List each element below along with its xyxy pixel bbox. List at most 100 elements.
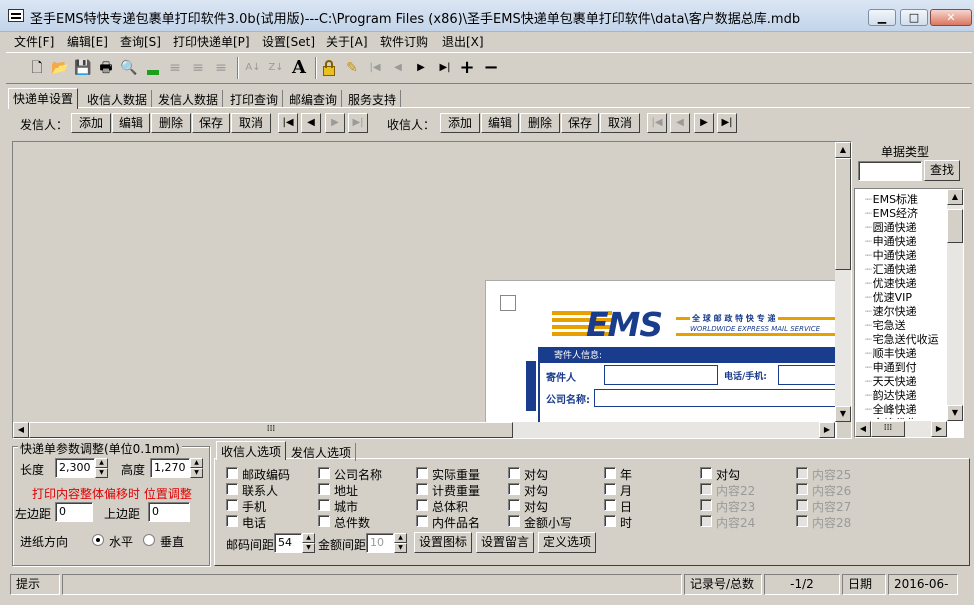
- option-checkbox[interactable]: [416, 499, 428, 511]
- receiver-prev-button[interactable]: ◀: [670, 113, 690, 133]
- scroll-down-button[interactable]: ▼: [835, 406, 851, 422]
- option-checkbox[interactable]: [416, 483, 428, 495]
- scroll-up-button[interactable]: ▲: [835, 142, 851, 158]
- sender-edit-button[interactable]: 编辑: [112, 113, 150, 133]
- receiver-first-button[interactable]: |◀: [647, 113, 667, 133]
- option-checkbox[interactable]: [604, 483, 616, 495]
- remove-icon[interactable]: −: [482, 59, 500, 77]
- feed-vertical-radio[interactable]: [143, 534, 155, 546]
- sender-save-button[interactable]: 保存: [192, 113, 230, 133]
- tab-zip-query[interactable]: 邮编查询: [285, 90, 343, 108]
- sender-delete-button[interactable]: 删除: [151, 113, 191, 133]
- lock-icon[interactable]: [320, 59, 338, 77]
- option-checkbox[interactable]: [226, 499, 238, 511]
- hscroll-thumb[interactable]: ⁞⁞⁞: [29, 422, 513, 438]
- option-checkbox[interactable]: [416, 467, 428, 479]
- align-right-icon[interactable]: ≡: [212, 59, 230, 77]
- amount-gap-spinner[interactable]: ▲ ▼: [394, 533, 407, 553]
- doc-scroll-right[interactable]: ▶: [931, 421, 947, 437]
- option-checkbox[interactable]: [796, 499, 808, 511]
- scroll-thumb[interactable]: [835, 158, 851, 270]
- option-checkbox[interactable]: [226, 515, 238, 527]
- option-checkbox[interactable]: [604, 499, 616, 511]
- scroll-right-button[interactable]: ▶: [819, 422, 835, 438]
- sender-cancel-button[interactable]: 取消: [231, 113, 271, 133]
- option-checkbox[interactable]: [700, 499, 712, 511]
- canvas-horizontal-scrollbar[interactable]: ◀ ⁞⁞⁞ ▶: [13, 422, 835, 438]
- canvas-vertical-scrollbar[interactable]: ▲ ▼: [835, 142, 851, 422]
- receiver-cancel-button[interactable]: 取消: [600, 113, 640, 133]
- prev-icon[interactable]: ◀: [389, 59, 407, 77]
- tab-receiver-data[interactable]: 收信人数据: [83, 90, 153, 108]
- doc-type-vscroll[interactable]: ▲ ▼: [947, 189, 963, 421]
- receiver-add-button[interactable]: 添加: [440, 113, 480, 133]
- sender-first-button[interactable]: |◀: [278, 113, 298, 133]
- add-icon[interactable]: +: [458, 59, 476, 77]
- open-icon[interactable]: 📂: [51, 59, 69, 77]
- option-checkbox[interactable]: [796, 515, 808, 527]
- left-margin-input[interactable]: 0: [55, 502, 93, 522]
- sender-prev-button[interactable]: ◀: [301, 113, 321, 133]
- doc-type-list[interactable]: EMS标准EMS经济圆通快递申通快递中通快递汇通快递优速快递优速VIP速尔快递宅…: [854, 188, 964, 438]
- scroll-left-button[interactable]: ◀: [13, 422, 29, 438]
- doc-type-item[interactable]: 全峰代收: [865, 415, 917, 419]
- menu-file[interactable]: 文件[F]: [14, 33, 54, 50]
- save-icon[interactable]: 💾: [74, 59, 92, 77]
- tab-print-query[interactable]: 打印查询: [226, 90, 284, 108]
- doc-type-search-button[interactable]: 查找: [924, 160, 960, 181]
- color-icon[interactable]: [144, 59, 162, 77]
- tab-waybill-settings[interactable]: 快递单设置: [8, 88, 79, 109]
- first-icon[interactable]: |◀: [366, 59, 384, 77]
- option-checkbox[interactable]: [700, 483, 712, 495]
- option-checkbox[interactable]: [226, 483, 238, 495]
- option-checkbox[interactable]: [700, 467, 712, 479]
- define-options-button[interactable]: 定义选项: [538, 532, 596, 553]
- sender-add-button[interactable]: 添加: [71, 113, 111, 133]
- option-checkbox[interactable]: [796, 483, 808, 495]
- receiver-save-button[interactable]: 保存: [561, 113, 599, 133]
- option-checkbox[interactable]: [796, 467, 808, 479]
- menu-query[interactable]: 查询[S]: [120, 33, 161, 50]
- print-icon[interactable]: 🖶: [97, 59, 115, 77]
- menu-settings[interactable]: 设置[Set]: [262, 33, 315, 50]
- sender-last-button[interactable]: ▶|: [348, 113, 368, 133]
- menu-edit[interactable]: 编辑[E]: [67, 33, 108, 50]
- option-checkbox[interactable]: [604, 515, 616, 527]
- doc-hscroll-thumb[interactable]: ⁞⁞⁞: [871, 421, 905, 437]
- doc-scroll-up[interactable]: ▲: [947, 189, 963, 205]
- feed-horizontal-radio[interactable]: [92, 534, 104, 546]
- menu-exit[interactable]: 退出[X]: [442, 33, 484, 50]
- option-checkbox[interactable]: [508, 467, 520, 479]
- last-icon[interactable]: ▶|: [436, 59, 454, 77]
- menu-about[interactable]: 关于[A]: [326, 33, 368, 50]
- receiver-delete-button[interactable]: 删除: [520, 113, 560, 133]
- option-checkbox[interactable]: [318, 467, 330, 479]
- length-spinner[interactable]: ▲ ▼: [95, 458, 108, 478]
- zip-gap-spinner[interactable]: ▲ ▼: [302, 533, 315, 553]
- new-icon[interactable]: 🗋: [28, 59, 46, 77]
- set-icon-button[interactable]: 设置图标: [414, 532, 472, 553]
- option-checkbox[interactable]: [226, 467, 238, 479]
- option-checkbox[interactable]: [508, 515, 520, 527]
- next-icon[interactable]: ▶: [412, 59, 430, 77]
- height-spinner[interactable]: ▲ ▼: [190, 458, 203, 478]
- minimize-button[interactable]: ▁: [868, 9, 896, 26]
- tab-service-support[interactable]: 服务支持: [344, 90, 402, 108]
- option-checkbox[interactable]: [604, 467, 616, 479]
- doc-scroll-down[interactable]: ▼: [947, 405, 963, 421]
- align-center-icon[interactable]: ≡: [189, 59, 207, 77]
- tab-sender-data[interactable]: 发信人数据: [154, 90, 224, 108]
- length-input[interactable]: 2,300: [55, 458, 95, 478]
- tab-receiver-options[interactable]: 收信人选项: [216, 441, 287, 460]
- option-checkbox[interactable]: [318, 515, 330, 527]
- option-checkbox[interactable]: [700, 515, 712, 527]
- receiver-edit-button[interactable]: 编辑: [481, 113, 519, 133]
- receiver-next-button[interactable]: ▶: [694, 113, 714, 133]
- option-checkbox[interactable]: [416, 515, 428, 527]
- doc-scroll-left[interactable]: ◀: [855, 421, 871, 437]
- amount-gap-input[interactable]: 10: [366, 533, 394, 553]
- sort-asc-icon[interactable]: A↓: [244, 59, 262, 77]
- option-checkbox[interactable]: [508, 483, 520, 495]
- align-left-icon[interactable]: ≡: [166, 59, 184, 77]
- zip-gap-input[interactable]: 54: [274, 533, 302, 553]
